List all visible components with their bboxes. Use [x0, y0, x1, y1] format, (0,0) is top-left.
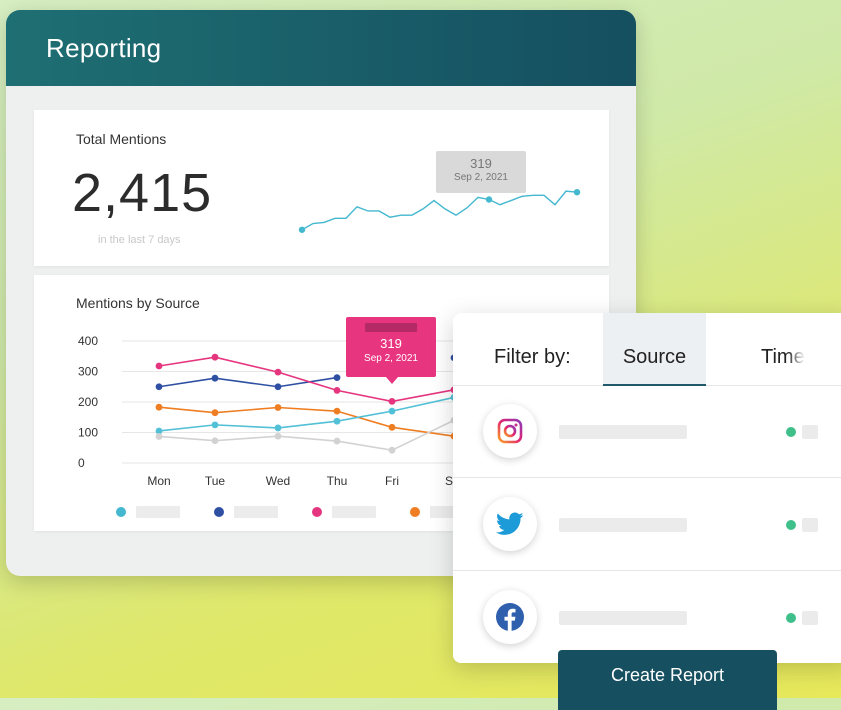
series-point	[211, 353, 219, 361]
source-tooltip-date: Sep 2, 2021	[364, 353, 418, 364]
facebook-icon	[483, 590, 537, 644]
x-tick-label: Mon	[147, 474, 170, 488]
x-tick-label: Thu	[327, 474, 348, 488]
page-title: Reporting	[46, 32, 162, 63]
series-point	[333, 417, 341, 425]
source-row-twitter[interactable]	[453, 478, 841, 571]
series-point	[274, 432, 282, 440]
create-report-label: Create Report	[610, 665, 725, 685]
series-point	[155, 383, 163, 391]
series-point	[333, 407, 341, 415]
tooltip-series-bar	[365, 323, 417, 332]
legend-label-placeholder	[234, 506, 278, 518]
source-name-placeholder	[559, 425, 687, 439]
tab-time[interactable]: Time	[761, 346, 805, 369]
sparkline-tooltip-value: 319	[470, 156, 492, 171]
legend-label-placeholder	[332, 506, 376, 518]
status-dot	[786, 613, 796, 623]
sparkline-point	[573, 188, 581, 196]
x-tick-label: Fri	[385, 474, 399, 488]
y-tick-label: 0	[78, 456, 85, 470]
legend-marker	[312, 507, 322, 517]
tab-source-label: Source	[622, 346, 687, 368]
y-tick-label: 300	[78, 365, 98, 379]
instagram-icon	[483, 404, 537, 458]
x-tick-label: Wed	[266, 474, 290, 488]
legend-label-placeholder	[136, 506, 180, 518]
series-point	[155, 362, 163, 370]
status-value-placeholder	[802, 425, 818, 439]
series-point	[274, 424, 282, 432]
x-tick-label: Tue	[205, 474, 226, 488]
twitter-icon	[483, 497, 537, 551]
series-point	[274, 368, 282, 376]
filter-bar: Filter by: Source Time	[453, 313, 841, 386]
status-value-placeholder	[802, 518, 818, 532]
sparkline-tooltip-date: Sep 2, 2021	[454, 172, 508, 183]
status-dot	[786, 427, 796, 437]
series-point	[333, 437, 341, 445]
legend-marker	[410, 507, 420, 517]
series-point	[211, 437, 219, 445]
filter-panel: Filter by: Source Time	[453, 313, 841, 663]
source-tooltip: 319 Sep 2, 2021	[346, 317, 436, 384]
series-point	[388, 407, 396, 415]
source-name-placeholder	[559, 611, 687, 625]
series-point	[333, 374, 341, 381]
status-dot	[786, 520, 796, 530]
series-point	[388, 397, 396, 405]
status-value-placeholder	[802, 611, 818, 625]
series-point	[388, 446, 396, 454]
source-tooltip-value: 319	[380, 336, 402, 351]
series-point	[333, 387, 341, 394]
legend-marker	[116, 507, 126, 517]
series-point	[155, 403, 163, 411]
source-name-placeholder	[559, 518, 687, 532]
source-row-instagram[interactable]	[453, 385, 841, 478]
y-tick-label: 100	[78, 426, 98, 440]
sparkline-point	[298, 226, 306, 233]
series-point	[274, 383, 282, 391]
series-point	[274, 404, 282, 411]
tab-source[interactable]: Source	[603, 313, 706, 386]
y-tick-label: 400	[78, 334, 98, 348]
sparkline-point	[485, 196, 493, 203]
legend-marker	[214, 507, 224, 517]
create-report-button[interactable]: Create Report	[558, 650, 777, 710]
filter-label: Filter by:	[494, 346, 571, 368]
reporting-header: Reporting	[6, 10, 636, 86]
series-point	[211, 374, 219, 382]
series-point	[211, 409, 219, 417]
sparkline-line	[301, 190, 578, 231]
series-point	[388, 423, 396, 431]
sparkline-tooltip: 319 Sep 2, 2021	[436, 151, 526, 193]
series-point	[155, 433, 163, 440]
total-mentions-panel: Total Mentions 2,415 in the last 7 days …	[34, 110, 609, 266]
series-point	[211, 421, 219, 429]
y-tick-label: 200	[78, 395, 98, 409]
